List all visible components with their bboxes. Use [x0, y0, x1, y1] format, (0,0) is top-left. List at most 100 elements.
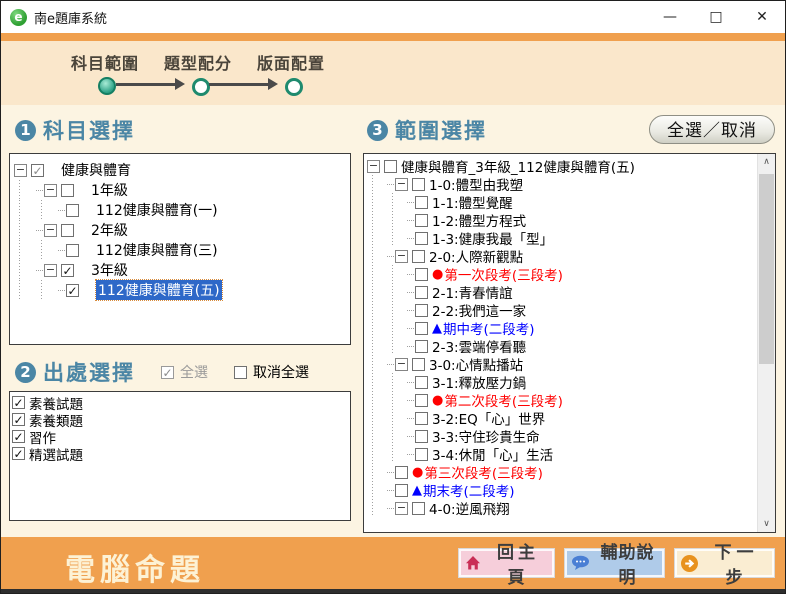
- item-checkbox[interactable]: [415, 232, 428, 245]
- tree-item-label[interactable]: 2-0:人際新觀點: [429, 246, 523, 266]
- item-checkbox[interactable]: ✓: [66, 284, 79, 297]
- tree-item-label[interactable]: 2-3:雲端停看聽: [432, 336, 526, 356]
- scroll-down-icon[interactable]: ∨: [758, 516, 775, 532]
- close-icon[interactable]: ✕: [739, 1, 785, 33]
- item-checkbox[interactable]: [61, 224, 74, 237]
- tree-item-label[interactable]: 2-2:我們這一家: [432, 300, 526, 320]
- tree-item[interactable]: 1-3:健康我最「型」: [367, 229, 775, 247]
- tree-item[interactable]: ▲期末考(二段考): [367, 481, 775, 499]
- tree-item-label[interactable]: 112健康與體育(五): [96, 280, 222, 300]
- tree-item-label[interactable]: 1-0:體型由我塑: [429, 174, 523, 194]
- tree-item[interactable]: ▲期中考(二段考): [367, 319, 775, 337]
- tree-item[interactable]: ●第三次段考(三段考): [367, 463, 775, 481]
- collapse-toggle-icon[interactable]: −: [14, 164, 27, 177]
- item-checkbox[interactable]: [415, 448, 428, 461]
- collapse-toggle-icon[interactable]: −: [395, 178, 408, 191]
- item-checkbox[interactable]: [412, 502, 425, 515]
- tree-item[interactable]: ●第二次段考(三段考): [367, 391, 775, 409]
- tree-item[interactable]: − 1-0:體型由我塑: [367, 175, 775, 193]
- item-checkbox[interactable]: [415, 286, 428, 299]
- item-checkbox[interactable]: [415, 196, 428, 209]
- tree-item[interactable]: 2-3:雲端停看聽: [367, 337, 775, 355]
- item-checkbox[interactable]: [415, 340, 428, 353]
- tree-item[interactable]: −✓ 3年級: [14, 260, 348, 280]
- tree-item-label[interactable]: 3年級: [91, 260, 128, 280]
- item-checkbox[interactable]: [415, 322, 428, 335]
- collapse-toggle-icon[interactable]: −: [44, 224, 57, 237]
- select-all-toggle-button[interactable]: 全選／取消: [649, 115, 775, 144]
- collapse-toggle-icon[interactable]: −: [395, 250, 408, 263]
- item-checkbox[interactable]: [395, 466, 408, 479]
- tree-item-label[interactable]: 期中考(二段考): [443, 318, 535, 338]
- list-item[interactable]: ✓素養類題: [12, 411, 348, 428]
- item-checkbox[interactable]: [61, 184, 74, 197]
- tree-item-label[interactable]: 3-2:EQ「心」世界: [432, 408, 545, 428]
- tree-item-label[interactable]: 第二次段考(三段考): [444, 390, 563, 410]
- item-checkbox[interactable]: [415, 376, 428, 389]
- collapse-toggle-icon[interactable]: −: [367, 160, 380, 173]
- tree-item[interactable]: 1-1:體型覺醒: [367, 193, 775, 211]
- tree-item-label[interactable]: 健康與體育: [61, 160, 131, 180]
- item-checkbox[interactable]: ✓: [12, 396, 25, 409]
- item-checkbox[interactable]: [412, 178, 425, 191]
- help-button[interactable]: 輔助說明: [564, 548, 665, 578]
- item-checkbox[interactable]: [66, 204, 79, 217]
- collapse-toggle-icon[interactable]: −: [44, 264, 57, 277]
- tree-item[interactable]: − 4-0:逆風飛翔: [367, 499, 775, 517]
- tree-item-label[interactable]: 112健康與體育(一): [96, 200, 218, 220]
- tree-item[interactable]: 3-4:休閒「心」生活: [367, 445, 775, 463]
- tree-item[interactable]: 3-1:釋放壓力鍋: [367, 373, 775, 391]
- deselect-all-checkbox[interactable]: 取消全選: [234, 362, 309, 382]
- tree-item[interactable]: 112健康與體育(三): [14, 240, 348, 260]
- tree-item[interactable]: ●第一次段考(三段考): [367, 265, 775, 283]
- scrollbar-thumb[interactable]: [759, 174, 774, 364]
- tree-item-label[interactable]: 1-2:體型方程式: [432, 210, 526, 230]
- list-item[interactable]: ✓素養試題: [12, 394, 348, 411]
- home-button[interactable]: 回主頁: [458, 548, 555, 578]
- item-checkbox[interactable]: ✓: [31, 164, 44, 177]
- item-checkbox[interactable]: [395, 484, 408, 497]
- tree-item[interactable]: 3-2:EQ「心」世界: [367, 409, 775, 427]
- tree-item-label[interactable]: 1-3:健康我最「型」: [432, 228, 553, 248]
- tree-item-label[interactable]: 第一次段考(三段考): [444, 264, 563, 284]
- collapse-toggle-icon[interactable]: −: [395, 358, 408, 371]
- select-all-checkbox-box[interactable]: ✓: [161, 366, 174, 379]
- item-checkbox[interactable]: [412, 358, 425, 371]
- item-checkbox[interactable]: [384, 160, 397, 173]
- item-checkbox[interactable]: [66, 244, 79, 257]
- tree-item-label[interactable]: 112健康與體育(三): [96, 240, 218, 260]
- tree-item-label[interactable]: 2-1:青春情誼: [432, 282, 513, 302]
- tree-item-label[interactable]: 第三次段考(三段考): [424, 462, 543, 482]
- item-checkbox[interactable]: [415, 304, 428, 317]
- tree-item-label[interactable]: 3-3:守住珍貴生命: [432, 426, 540, 446]
- item-checkbox[interactable]: [415, 268, 428, 281]
- item-checkbox[interactable]: ✓: [61, 264, 74, 277]
- tree-item[interactable]: −✓ 健康與體育: [14, 160, 348, 180]
- list-item[interactable]: ✓習作: [12, 428, 348, 445]
- tree-item-label[interactable]: 期末考(二段考): [423, 480, 515, 500]
- tree-item[interactable]: − 健康與體育_3年級_112健康與體育(五): [367, 157, 775, 175]
- tree-item-label[interactable]: 健康與體育_3年級_112健康與體育(五): [401, 156, 635, 176]
- tree-item-label[interactable]: 2年級: [91, 220, 128, 240]
- item-checkbox[interactable]: [412, 250, 425, 263]
- tree-item-label[interactable]: 1年級: [91, 180, 128, 200]
- tree-item[interactable]: − 3-0:心情點播站: [367, 355, 775, 373]
- minimize-icon[interactable]: —: [647, 1, 693, 33]
- tree-item[interactable]: 3-3:守住珍貴生命: [367, 427, 775, 445]
- tree-item-label[interactable]: 3-0:心情點播站: [429, 354, 523, 374]
- tree-item[interactable]: − 1年級: [14, 180, 348, 200]
- tree-item-label[interactable]: 4-0:逆風飛翔: [429, 498, 510, 518]
- scroll-up-icon[interactable]: ∧: [758, 154, 775, 170]
- tree-item[interactable]: 112健康與體育(一): [14, 200, 348, 220]
- item-checkbox[interactable]: [415, 430, 428, 443]
- select-all-checkbox[interactable]: ✓ 全選: [161, 362, 208, 382]
- item-checkbox[interactable]: [415, 214, 428, 227]
- collapse-toggle-icon[interactable]: −: [44, 184, 57, 197]
- tree-item[interactable]: − 2年級: [14, 220, 348, 240]
- item-checkbox[interactable]: ✓: [12, 447, 25, 460]
- scrollbar[interactable]: ∧ ∨: [757, 154, 775, 532]
- tree-item[interactable]: 2-2:我們這一家: [367, 301, 775, 319]
- collapse-toggle-icon[interactable]: −: [395, 502, 408, 515]
- next-step-button[interactable]: 下一步: [674, 548, 775, 578]
- item-checkbox[interactable]: [415, 394, 428, 407]
